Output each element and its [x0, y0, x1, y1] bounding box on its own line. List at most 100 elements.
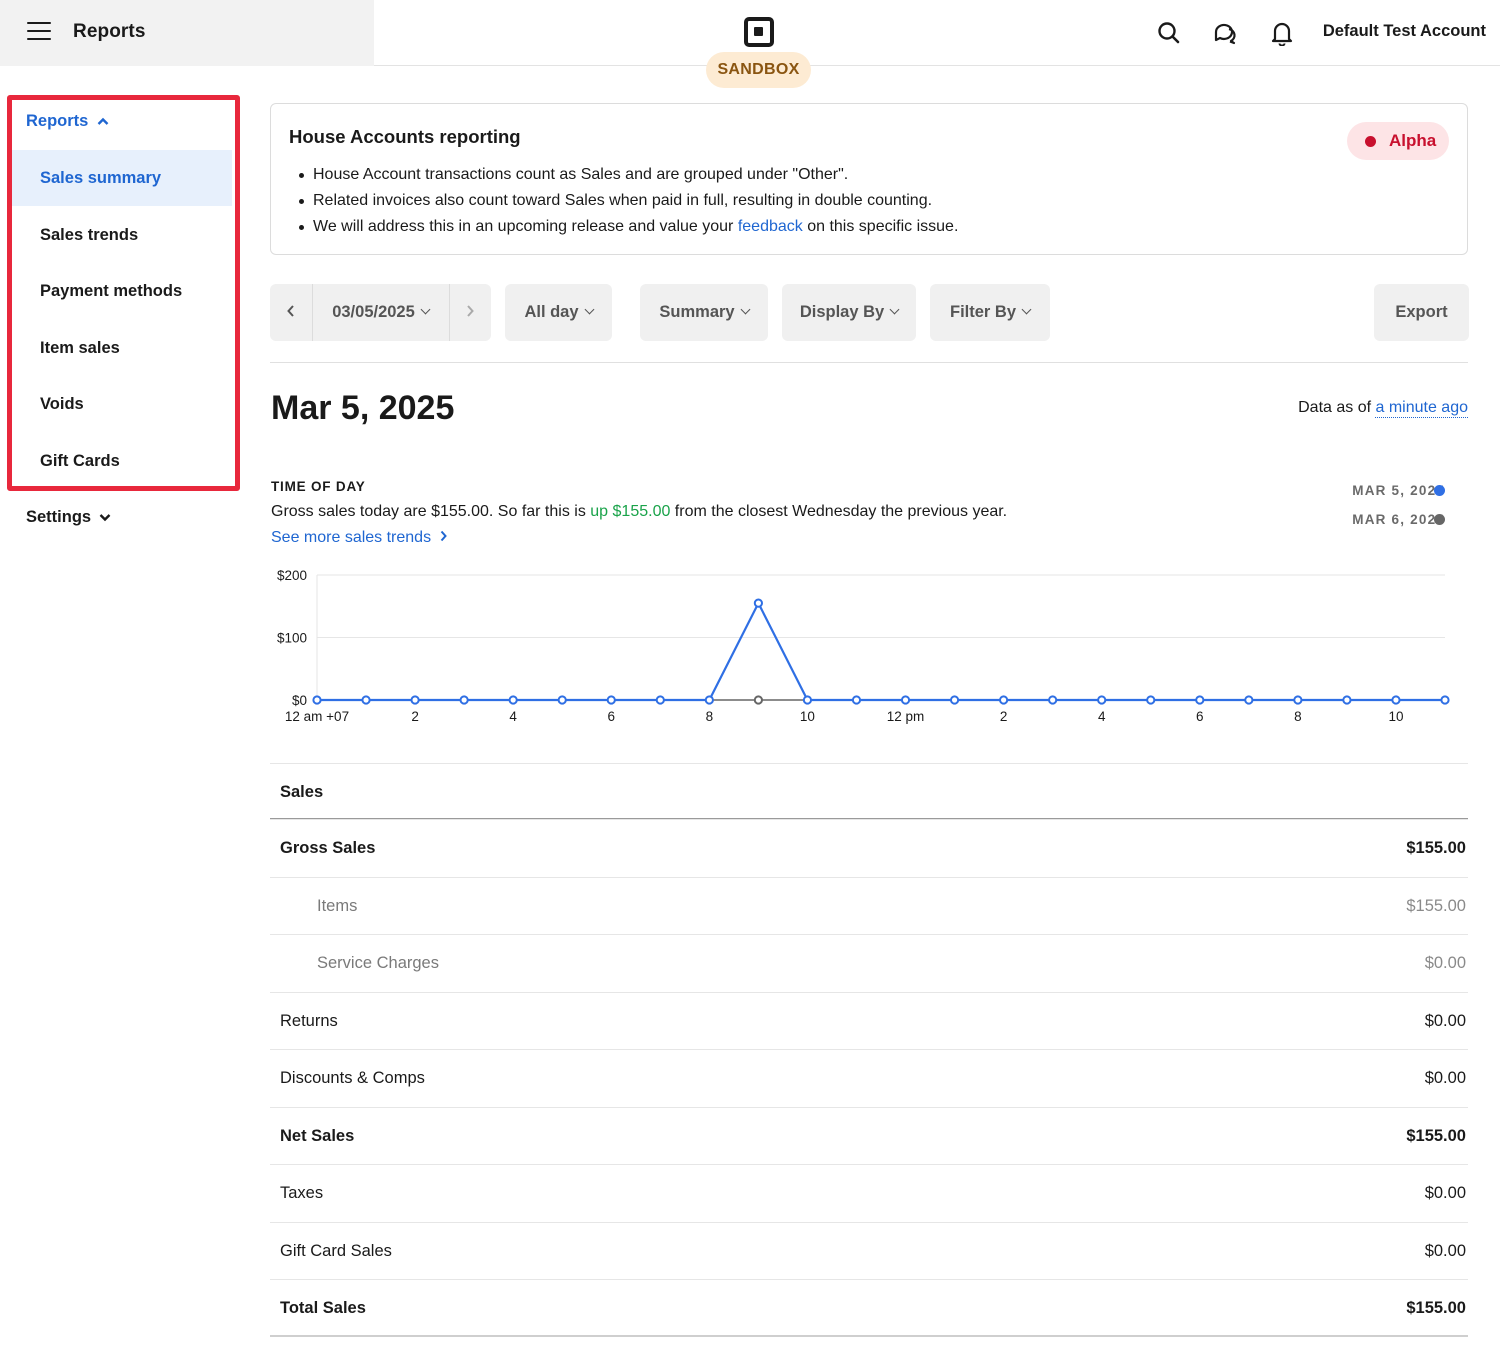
data-freshness: Data as of a minute ago: [1298, 399, 1468, 418]
summary-text: from the closest Wednesday the previous …: [670, 503, 1008, 520]
filter-by-dropdown[interactable]: Filter By: [930, 284, 1050, 341]
hamburger-icon[interactable]: [27, 22, 51, 42]
data-point: [753, 598, 763, 608]
table-row: Net Sales $155.00: [270, 1106, 1468, 1165]
x-tick-label: 2: [1000, 709, 1008, 724]
legend-item: MAR 5, 2025: [1352, 483, 1445, 498]
time-range-label: All day: [524, 303, 579, 321]
date-value: 03/05/2025: [332, 303, 415, 321]
summary-dropdown[interactable]: Summary: [640, 284, 768, 341]
sales-table: Sales Gross Sales $155.00 Items $155.00 Serv…: [270, 763, 1468, 1337]
sidebar-item-gift-cards[interactable]: Gift Cards: [12, 433, 232, 489]
data-point: [949, 695, 960, 705]
data-point: [557, 695, 567, 705]
prev-date-button[interactable]: [270, 284, 312, 341]
next-date-button[interactable]: [449, 284, 491, 341]
bell-icon[interactable]: [1269, 20, 1295, 46]
data-point: [606, 695, 616, 705]
sidebar-section-label: Reports: [26, 112, 89, 130]
x-tick-label: 4: [1098, 709, 1106, 724]
data-point: [1391, 695, 1401, 705]
see-more-trends-link[interactable]: See more sales trends: [271, 529, 448, 547]
banner-bullet: Related invoices also count toward Sales…: [299, 188, 958, 214]
summary-text: Gross sales today are $155.00. So far th…: [271, 503, 591, 520]
chevron-down-icon: [740, 304, 751, 315]
search-icon[interactable]: [1156, 20, 1182, 46]
table-row: Gift Card Sales $0.00: [270, 1221, 1468, 1280]
export-button[interactable]: Export: [1374, 284, 1469, 341]
row-label: Service Charges: [317, 954, 439, 972]
data-point: [655, 695, 665, 705]
divider: [270, 362, 1468, 363]
data-point: [1293, 695, 1303, 705]
see-more-label: See more sales trends: [271, 529, 432, 546]
table-row: Gross Sales $155.00: [270, 819, 1468, 877]
chevron-down-icon: [584, 304, 594, 315]
sidebar-item-sales-summary[interactable]: Sales summary: [12, 150, 232, 206]
date-dropdown[interactable]: 03/05/2025: [312, 284, 449, 341]
data-point: [999, 695, 1009, 705]
sidebar-settings-label: Settings: [26, 508, 92, 526]
x-tick-label: 4: [509, 709, 517, 724]
data-point: [410, 695, 420, 705]
data-point: [1048, 695, 1058, 705]
banner-bullet-text: We will address this in an upcoming rele…: [313, 218, 738, 235]
legend-dot-current: [1434, 485, 1445, 496]
data-point: [753, 695, 763, 705]
row-value: $155.00: [1406, 896, 1466, 915]
chevron-down-icon: [420, 304, 431, 315]
chevron-down-icon: [889, 304, 900, 315]
row-value: $155.00: [1406, 839, 1466, 857]
chevron-down-icon: [99, 514, 111, 522]
data-point: [704, 695, 714, 705]
data-point: [508, 695, 518, 705]
topbar-left-panel: Reports: [0, 0, 374, 66]
data-point: [851, 695, 862, 705]
display-by-label: Display By: [799, 303, 885, 321]
x-tick-label: 12 pm: [887, 709, 925, 724]
banner-bullet-text: on this specific issue.: [802, 218, 959, 235]
time-of-day-summary: Gross sales today are $155.00. So far th…: [271, 503, 1007, 521]
row-label: Discounts & Comps: [280, 1069, 425, 1087]
row-label: Gift Card Sales: [280, 1241, 392, 1260]
feedback-link[interactable]: feedback: [738, 218, 803, 235]
table-header-label: Sales: [280, 783, 324, 801]
x-tick-label: 8: [706, 709, 714, 724]
row-value: $155.00: [1406, 1299, 1466, 1317]
legend-item: MAR 6, 2024: [1352, 512, 1445, 527]
series-line: [317, 600, 1445, 702]
square-logo-icon[interactable]: [744, 17, 774, 47]
sidebar-item-sales-trends[interactable]: Sales trends: [12, 207, 232, 263]
time-range-dropdown[interactable]: All day: [505, 284, 612, 341]
table-row: Service Charges $0.00: [270, 934, 1468, 992]
sidebar-item-payment-methods[interactable]: Payment methods: [12, 263, 232, 319]
sidebar-section-reports[interactable]: Reports: [26, 112, 109, 131]
banner-title: House Accounts reporting: [289, 126, 521, 147]
data-as-of-link[interactable]: a minute ago: [1375, 399, 1468, 418]
y-tick-label: $200: [277, 568, 307, 583]
display-by-dropdown[interactable]: Display By: [782, 284, 916, 341]
data-point: [1146, 695, 1156, 705]
sandbox-badge: SANDBOX: [706, 52, 811, 88]
summary-label: Summary: [659, 303, 735, 321]
alpha-badge: Alpha: [1347, 122, 1449, 160]
summary-change: up $155.00: [590, 503, 671, 520]
table-row: Total Sales $155.00: [270, 1279, 1468, 1337]
account-menu[interactable]: Default Test Account: [1323, 22, 1486, 41]
time-of-day-label: TIME OF DAY: [271, 479, 366, 494]
table-row: Items $155.00: [270, 876, 1468, 935]
chevron-right-icon: [467, 305, 474, 317]
sidebar-item-item-sales[interactable]: Item sales: [12, 320, 232, 376]
row-label: Taxes: [280, 1184, 324, 1202]
legend-dot-previous: [1434, 514, 1445, 525]
sidebar-item-voids[interactable]: Voids: [12, 376, 232, 432]
sidebar-section-settings[interactable]: Settings: [26, 508, 111, 527]
banner-bullet: We will address this in an upcoming rele…: [299, 214, 958, 240]
row-label: Net Sales: [280, 1126, 355, 1145]
chat-icon[interactable]: [1212, 20, 1238, 46]
data-point: [1195, 695, 1205, 705]
table-header: Sales: [270, 763, 1468, 819]
date-picker: 03/05/2025: [270, 284, 491, 341]
table-row: Discounts & Comps $0.00: [270, 1049, 1468, 1107]
data-point: [1440, 695, 1450, 705]
